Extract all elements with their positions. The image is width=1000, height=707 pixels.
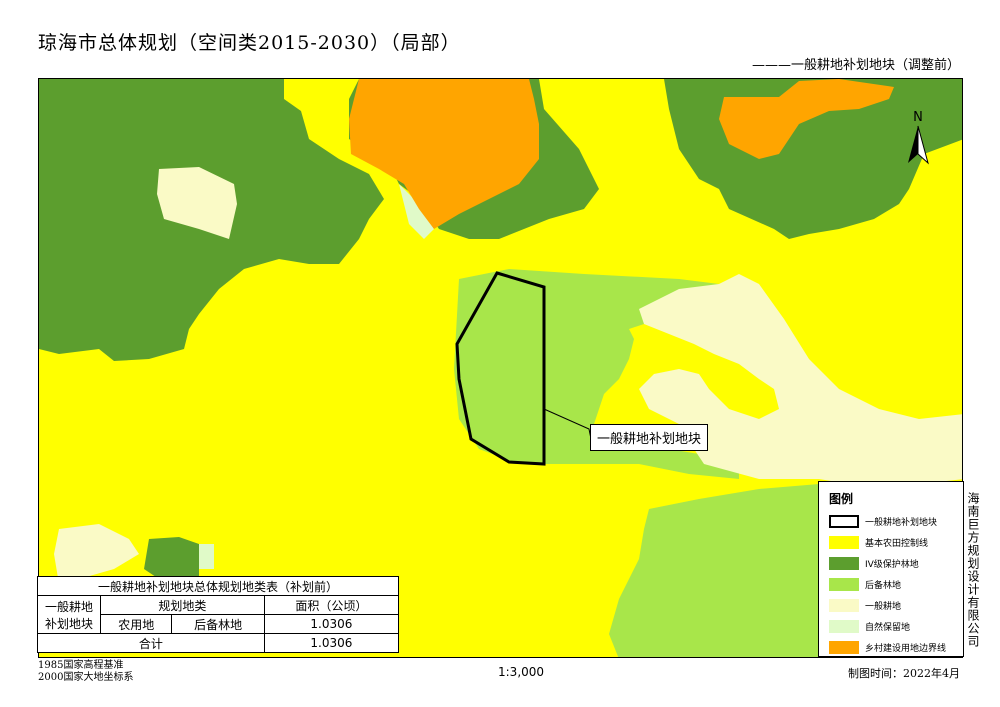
legend-item: IV级保护林地 [819,553,963,574]
table-class-header: 规划地类 [100,595,265,615]
legend-title: 图例 [829,492,854,506]
map-subtitle: ———一般耕地补划地块（调整前） [751,58,960,73]
table-total-label: 合计 [37,633,265,653]
legend-item: 自然保留地 [819,616,963,637]
legend-swatch [829,620,859,633]
forest-patch-bottom [144,537,199,579]
legend-label: 后备林地 [865,581,902,591]
table-class-2: 后备林地 [171,614,265,634]
legend-label: 一般耕地补划地块 [865,518,938,528]
plot-callout-label: 一般耕地补划地块 [590,424,709,451]
legend-swatch [829,515,859,528]
north-label: N [913,110,923,125]
legend-label: 乡村建设用地边界线 [865,644,947,654]
legend-item: 基本农田控制线 [819,532,963,553]
map-scale: 1:3,000 [498,665,545,679]
table-area-value: 1.0306 [263,614,400,634]
table-total-value: 1.0306 [263,633,400,653]
map-legend: 图例 一般耕地补划地块 基本农田控制线 IV级保护林地 后备林地一般耕地自然保留地乡村… [818,481,964,657]
legend-swatch [829,641,859,654]
coordinate-system: 2000国家大地坐标系 [38,672,134,683]
map-title: 琼海市总体规划（空间类2015-2030）（局部） [38,32,461,54]
mapping-date: 制图时间：2022年4月 [848,667,960,680]
datum-info: 1985国家高程基准 2000国家大地坐标系 [38,660,133,684]
north-arrow-icon: N [903,108,933,166]
legend-swatch [829,599,859,612]
table-row-header: 一般耕地补划地块 [37,595,101,634]
legend-swatch [829,536,859,549]
elevation-datum: 1985国家高程基准 [38,660,124,671]
legend-item: 一般耕地补划地块 [819,511,963,532]
legend-item: 乡村建设用地边界线 [819,637,963,658]
company-name: 海南巨方规划设计有限公司 [966,492,980,648]
reserve-patch-bottom [199,544,214,569]
legend-label: 自然保留地 [865,623,911,633]
legend-item: 一般耕地 [819,595,963,616]
table-class-1: 农用地 [99,614,173,634]
legend-label: 一般耕地 [865,602,902,612]
table-caption: 一般耕地补划地块总体规划地类表（补划前） [37,576,399,596]
legend-label: 基本农田控制线 [865,539,929,549]
table-area-header: 面积（公顷） [263,595,400,615]
legend-item: 后备林地 [819,574,963,595]
legend-swatch [829,557,859,570]
legend-swatch [829,578,859,591]
land-class-table: 一般耕地补划地块总体规划地类表（补划前） 一般耕地补划地块 规划地类 面积（公顷… [37,576,400,653]
legend-label: IV级保护林地 [865,560,919,570]
